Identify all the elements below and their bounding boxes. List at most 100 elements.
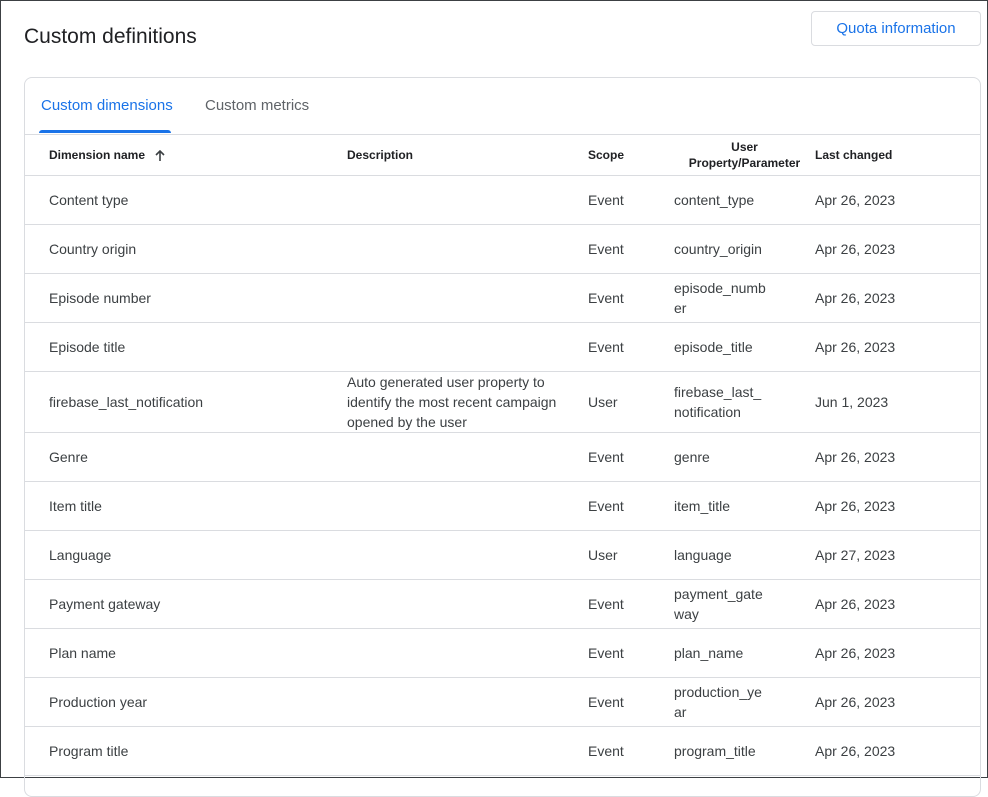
cell-description [347,322,588,372]
cell-description-text: Auto generated user property to identify… [347,374,557,430]
table-row[interactable]: Genre Event genre Apr 26, 2023 [25,432,980,482]
cell-dimension-name: Content type [25,175,347,225]
cell-scope: Event [588,432,674,482]
column-header-line: Property/Parameter [688,156,801,170]
table-row[interactable]: Payment gateway Event payment_gateway Apr 2… [25,579,980,629]
cell-dimension-name: Program title [25,726,347,776]
cell-dimension-name: Plan name [25,628,347,678]
cell-dimension-name: Production year [25,677,347,727]
cell-scope: Event [588,726,674,776]
table-row[interactable]: Language User language Apr 27, 2023 [25,530,980,580]
cell-description [347,579,588,629]
cell-parameter: episode_title [674,322,815,372]
page-title: Custom definitions [24,25,197,48]
column-header-line: User [731,140,758,154]
cell-parameter: firebase_last_notification [674,371,815,433]
custom-dimensions-table: Dimension name Description Scope User Pr… [25,135,980,776]
cell-parameter-text: payment_gateway [674,586,763,622]
table-row[interactable]: Content type Event content_type Apr 26, 202… [25,175,980,225]
cell-scope: User [588,371,674,433]
cell-scope: Event [588,628,674,678]
cell-dimension-name: Episode title [25,322,347,372]
cell-parameter-text: content_type [674,192,755,208]
cell-description [347,628,588,678]
cell-parameter-text: episode_number [674,280,766,316]
table-row[interactable]: Program title Event program_title Apr 26, 2… [25,726,980,776]
cell-parameter-text: production_year [674,684,762,720]
cell-parameter-text: item_title [674,498,731,514]
table-row[interactable]: Episode title Event episode_title Apr 26, 2… [25,322,980,372]
cell-last-changed: Apr 26, 2023 [815,175,980,225]
cell-last-changed: Apr 26, 2023 [815,677,980,727]
table-row[interactable]: Country origin Event country_origin Apr 26,… [25,224,980,274]
cell-parameter: content_type [674,175,815,225]
cell-scope: User [588,530,674,580]
column-header-last-changed: Last changed [815,135,980,176]
cell-parameter-text: country_origin [674,241,762,257]
cell-scope: Event [588,224,674,274]
column-header-dimension-name[interactable]: Dimension name [25,135,347,176]
cell-parameter: genre [674,432,815,482]
cell-last-changed: Apr 26, 2023 [815,481,980,531]
cell-last-changed: Apr 26, 2023 [815,579,980,629]
cell-parameter: program_title [674,726,815,776]
table-row[interactable]: Plan name Event plan_name Apr 26, 2023 [25,628,980,678]
cell-parameter-text: language [674,547,732,563]
cell-last-changed: Apr 27, 2023 [815,530,980,580]
quota-information-button[interactable]: Quota information [811,11,981,46]
arrow-up-icon[interactable] [154,149,166,162]
cell-last-changed: Jun 1, 2023 [815,371,980,433]
cell-description [347,677,588,727]
tab-bar: Custom dimensions Custom metrics [25,78,980,135]
tab-custom-metrics[interactable]: Custom metrics [205,78,309,133]
cell-last-changed: Apr 26, 2023 [815,322,980,372]
cell-scope: Event [588,322,674,372]
cell-parameter-text: firebase_last_notification [674,384,762,420]
cell-parameter-text: genre [674,449,710,465]
table-row[interactable]: Item title Event item_title Apr 26, 2023 [25,481,980,531]
cell-description: Auto generated user property to identify… [347,371,588,433]
column-header-scope: Scope [588,135,674,176]
cell-parameter: payment_gateway [674,579,815,629]
table-row[interactable]: Episode number Event episode_number Apr 26,… [25,273,980,323]
cell-description [347,224,588,274]
cell-dimension-name: Payment gateway [25,579,347,629]
active-tab-indicator [39,130,171,133]
cell-dimension-name: Item title [25,481,347,531]
tab-custom-dimensions[interactable]: Custom dimensions [41,78,173,133]
cell-parameter: language [674,530,815,580]
cell-dimension-name: Episode number [25,273,347,323]
cell-parameter: item_title [674,481,815,531]
cell-last-changed: Apr 26, 2023 [815,432,980,482]
column-header-label: Dimension name [49,148,146,162]
table-header-row: Dimension name Description Scope User Pr… [25,135,980,176]
cell-description [347,726,588,776]
custom-definitions-card: Custom dimensions Custom metrics Dimensi… [24,77,981,797]
cell-description [347,432,588,482]
cell-parameter-text: episode_title [674,339,753,355]
cell-scope: Event [588,175,674,225]
cell-scope: Event [588,273,674,323]
cell-parameter: country_origin [674,224,815,274]
cell-dimension-name: Genre [25,432,347,482]
cell-scope: Event [588,481,674,531]
cell-dimension-name: Language [25,530,347,580]
cell-description [347,175,588,225]
cell-last-changed: Apr 26, 2023 [815,224,980,274]
cell-parameter: episode_number [674,273,815,323]
table-row[interactable]: Production year Event production_year Apr 2… [25,677,980,727]
cell-dimension-name: firebase_last_notification [25,371,347,433]
cell-last-changed: Apr 26, 2023 [815,628,980,678]
cell-parameter-text: plan_name [674,645,744,661]
cell-last-changed: Apr 26, 2023 [815,273,980,323]
column-header-description: Description [347,135,588,176]
cell-parameter-text: program_title [674,743,756,759]
column-header-user-property: User Property/Parameter [674,135,815,176]
cell-last-changed: Apr 26, 2023 [815,726,980,776]
cell-description [347,481,588,531]
cell-scope: Event [588,677,674,727]
cell-dimension-name: Country origin [25,224,347,274]
cell-description [347,273,588,323]
cell-description [347,530,588,580]
table-row[interactable]: firebase_last_notification Auto generated… [25,371,980,433]
